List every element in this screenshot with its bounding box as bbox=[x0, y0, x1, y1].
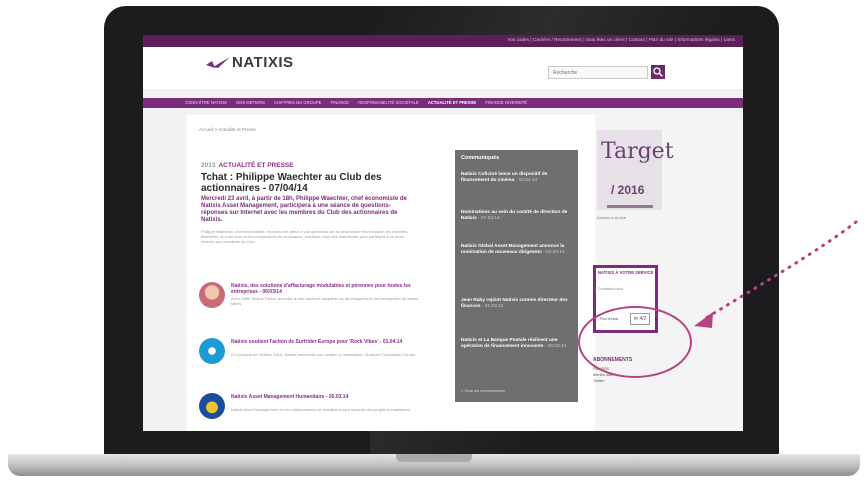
nav-item-actualite[interactable]: ACTUALITÉ ET PRESSE bbox=[428, 100, 476, 105]
press-releases-panel: Communiqués Natixis Coficiné lance un di… bbox=[455, 150, 578, 402]
press-release-date: - 28.03.14 bbox=[544, 344, 567, 349]
news-title[interactable]: Natixis, des solutions d'affacturage mod… bbox=[231, 283, 421, 295]
logo-text[interactable]: NATIXIS bbox=[232, 54, 294, 71]
press-release-text: Natixis et La Banque Postale réalisent u… bbox=[461, 338, 558, 349]
article-title[interactable]: Tchat : Philippe Waechter au Club des ac… bbox=[201, 172, 411, 194]
news-item[interactable]: Natixis, des solutions d'affacturage mod… bbox=[199, 282, 423, 320]
press-release-text: Jean Raby rejoint Natixis comme directeu… bbox=[461, 298, 568, 309]
nav-item-diversite[interactable]: FINANCE DIVERSITÉ bbox=[485, 100, 527, 105]
breadcrumb[interactable]: Accueil > Actualité et Presse bbox=[199, 127, 256, 132]
target-ad-word: Target bbox=[601, 139, 674, 164]
shareholder-box-title: NATIXIS À VOTRE SERVICE bbox=[598, 270, 654, 275]
article-lead: Mercredi 23 avril, à partir de 18h, Phil… bbox=[201, 196, 407, 223]
search-input[interactable] bbox=[548, 66, 648, 79]
subscriptions-heading: ABONNEMENTS bbox=[593, 357, 633, 363]
press-release-date: - 02.04.14 bbox=[543, 250, 565, 255]
natixis-logo-icon[interactable] bbox=[205, 56, 231, 70]
news-title[interactable]: Natixis soutient l'action de Surfrider E… bbox=[231, 339, 421, 345]
press-release-date: - 31.03.14 bbox=[481, 304, 504, 309]
search-button[interactable] bbox=[651, 65, 665, 79]
utility-links[interactable]: Vos codes | Carrière / Recrutement | Vou… bbox=[507, 37, 735, 42]
news-text: Natixis Asset Management et ses collabor… bbox=[231, 407, 412, 412]
target-ad-caption: Actions à la Une bbox=[597, 215, 627, 220]
subscription-mail-link[interactable]: Alertes mail bbox=[593, 373, 613, 377]
press-releases-heading: Communiqués bbox=[461, 155, 500, 161]
news-text: A l'occasion de l'édition 2014, Natixis … bbox=[231, 352, 417, 357]
news-title[interactable]: Natixis Asset Management Humanitaire - 2… bbox=[231, 394, 421, 400]
nav-item-finance[interactable]: FINANCE bbox=[331, 100, 349, 105]
nav-items: CONNAÎTRE NATIXIS NOS MÉTIERS CHIFFRES D… bbox=[185, 100, 535, 105]
press-release-item[interactable]: Nominations au sein du comité de directi… bbox=[461, 210, 571, 222]
news-thumbnail bbox=[199, 393, 225, 419]
press-release-item[interactable]: Natixis Coficiné lance un dispositif de … bbox=[461, 172, 571, 184]
target-ad-year: / 2016 bbox=[611, 183, 645, 197]
target-ad-bar bbox=[607, 205, 653, 208]
news-item[interactable]: Natixis Asset Management Humanitaire - 2… bbox=[199, 393, 423, 431]
press-release-text: Nominations au sein du comité de directi… bbox=[461, 210, 568, 221]
subscription-twitter-link[interactable]: Twitter bbox=[593, 379, 604, 383]
press-release-date: - 10.04.14 bbox=[515, 178, 538, 183]
nav-item-metiers[interactable]: NOS MÉTIERS bbox=[236, 100, 265, 105]
mail-icon[interactable]: ✉ 4/2 bbox=[630, 313, 650, 325]
section-number: 2013 bbox=[201, 162, 216, 169]
subscription-rss-link[interactable]: Flux RSS bbox=[593, 367, 609, 371]
press-release-item[interactable]: Natixis et La Banque Postale réalisent u… bbox=[461, 338, 571, 350]
shareholder-box-more-link[interactable]: Plus d'infos bbox=[600, 317, 618, 321]
news-text: Avec l'offre Natixis Factor, accédez à d… bbox=[231, 296, 419, 306]
news-item[interactable]: Natixis soutient l'action de Surfrider E… bbox=[199, 338, 423, 376]
shareholder-box-subtitle: Contactez-nous bbox=[598, 287, 624, 291]
all-press-releases-link[interactable]: > Tous les communiqués bbox=[461, 388, 505, 393]
laptop-hinge-notch bbox=[396, 454, 472, 462]
press-release-item[interactable]: Jean Raby rejoint Natixis comme directeu… bbox=[461, 298, 571, 310]
nav-item-connaitre[interactable]: CONNAÎTRE NATIXIS bbox=[185, 100, 227, 105]
laptop-screen: Vos codes | Carrière / Recrutement | Vou… bbox=[143, 35, 743, 431]
news-thumbnail bbox=[199, 338, 225, 364]
press-release-item[interactable]: Natixis Global Asset Management annonce … bbox=[461, 244, 571, 256]
press-release-date: - 07.04.14 bbox=[478, 216, 500, 221]
magnifier-icon bbox=[653, 67, 663, 77]
article-body: Philippe Waechter, chef économiste, répo… bbox=[201, 229, 408, 244]
section-title: 2013 ACTUALITÉ ET PRESSE bbox=[201, 162, 294, 169]
section-label: ACTUALITÉ ET PRESSE bbox=[218, 162, 294, 169]
nav-item-rse[interactable]: RESPONSABILITÉ SOCIÉTALE bbox=[358, 100, 418, 105]
nav-item-chiffres[interactable]: CHIFFRES DU GROUPE bbox=[274, 100, 321, 105]
main-nav: CONNAÎTRE NATIXIS NOS MÉTIERS CHIFFRES D… bbox=[143, 98, 743, 108]
news-thumbnail bbox=[199, 282, 225, 308]
utility-bar: Vos codes | Carrière / Recrutement | Vou… bbox=[143, 35, 743, 47]
